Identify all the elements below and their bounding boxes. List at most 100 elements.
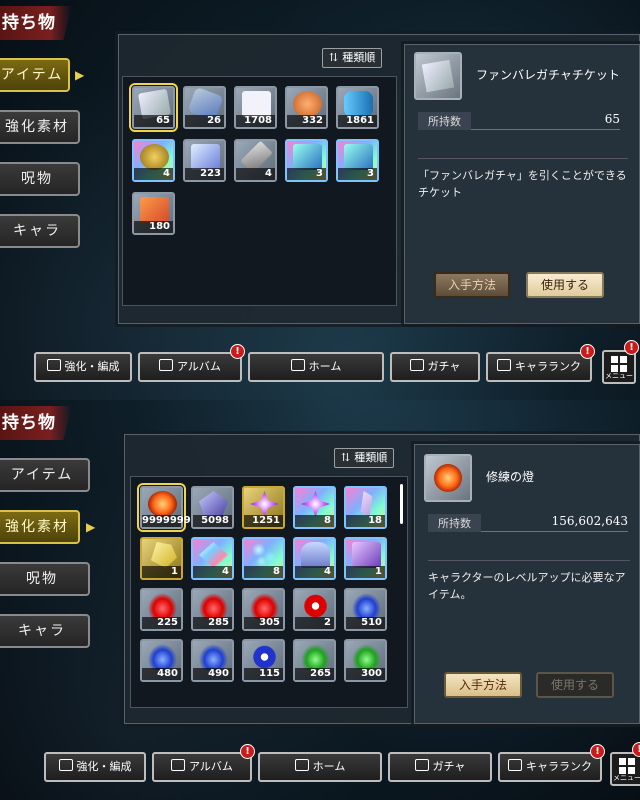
nav-label: キャラランク: [515, 360, 581, 373]
nav-team[interactable]: 強化・編成: [44, 752, 146, 782]
obtain-method-button[interactable]: 入手方法: [444, 672, 522, 698]
green-flame-icon: [301, 644, 330, 670]
item-slot[interactable]: 8: [293, 486, 336, 529]
item-slot[interactable]: 1251: [242, 486, 285, 529]
nav-album[interactable]: アルバム: [138, 352, 242, 382]
notification-badge: !: [624, 340, 639, 355]
item-count: 490: [193, 668, 232, 680]
nav-gacha[interactable]: ガチャ: [388, 752, 492, 782]
tab-chara[interactable]: キャラ: [0, 614, 90, 648]
sort-button[interactable]: ⇅ 種類順: [334, 448, 395, 468]
owned-label: 所持数: [418, 112, 471, 130]
page-title: 持ち物: [0, 6, 72, 40]
card-icon: [293, 144, 322, 170]
item-count: 99999999: [142, 515, 198, 527]
inventory-screen-items: 持ち物 アイテム ▶ 強化素材 呪物 キャラ ⇅ 種類順 65 26 1708 332 1…: [0, 0, 640, 400]
sort-button[interactable]: ⇅ 種類順: [322, 48, 383, 68]
detail-item-icon: [424, 454, 472, 502]
item-slot[interactable]: 18: [344, 486, 387, 529]
item-count: 8: [244, 566, 283, 578]
detail-item-name: ファンバレガチャチケット: [476, 68, 620, 82]
sort-label: 種類順: [354, 451, 388, 464]
item-slot[interactable]: 3: [336, 139, 379, 182]
item-count: 332: [287, 115, 326, 127]
item-slot[interactable]: 1708: [234, 86, 277, 129]
grid-scrollbar[interactable]: [400, 484, 403, 524]
tab-curse[interactable]: 呪物: [0, 162, 80, 196]
item-slot[interactable]: 1861: [336, 86, 379, 129]
nav-gacha[interactable]: ガチャ: [390, 352, 480, 382]
item-slot[interactable]: 265: [293, 639, 336, 682]
page-title: 持ち物: [0, 406, 72, 440]
tab-materials[interactable]: 強化素材: [0, 510, 80, 544]
item-slot[interactable]: 225: [140, 588, 183, 631]
obtain-method-button[interactable]: 入手方法: [434, 272, 510, 298]
orange-card-icon: [140, 197, 169, 223]
nav-label: 強化・編成: [76, 760, 132, 773]
tab-item[interactable]: アイテム: [0, 458, 90, 492]
notification-badge: !: [240, 744, 255, 759]
item-slot[interactable]: 332: [285, 86, 328, 129]
item-slot[interactable]: 490: [191, 639, 234, 682]
chara-rank-icon: [497, 359, 511, 371]
item-slot[interactable]: 4: [293, 537, 336, 580]
item-count: 2: [295, 617, 334, 629]
item-slot[interactable]: 1: [140, 537, 183, 580]
item-slot[interactable]: 115: [242, 639, 285, 682]
item-slot[interactable]: 305: [242, 588, 285, 631]
item-count: 3: [338, 168, 377, 180]
item-slot[interactable]: 26: [183, 86, 226, 129]
item-slot[interactable]: 5098: [191, 486, 234, 529]
item-slot[interactable]: 3: [285, 139, 328, 182]
nav-home[interactable]: ホーム: [258, 752, 382, 782]
item-description: 「ファンバレガチャ」を引くことができるチケット: [418, 158, 628, 201]
item-slot[interactable]: 4: [234, 139, 277, 182]
nav-team[interactable]: 強化・編成: [34, 352, 132, 382]
item-slot[interactable]: 285: [191, 588, 234, 631]
use-button[interactable]: 使用する: [536, 672, 614, 698]
item-slot[interactable]: 8: [242, 537, 285, 580]
item-slot[interactable]: 2: [293, 588, 336, 631]
active-arrow-icon: ▶: [75, 68, 85, 82]
use-button[interactable]: 使用する: [526, 272, 604, 298]
item-count: 223: [185, 168, 224, 180]
tab-materials[interactable]: 強化素材: [0, 110, 80, 144]
item-slot[interactable]: 1: [344, 537, 387, 580]
item-count: 4: [295, 566, 334, 578]
item-slot[interactable]: 65: [129, 83, 178, 132]
item-slot[interactable]: 99999999: [137, 483, 198, 532]
inventory-screen-materials: 持ち物 アイテム 強化素材 ▶ 呪物 キャラ ⇅ 種類順 99999999 5098…: [0, 400, 640, 800]
red-flame-icon: [148, 593, 177, 619]
nav-chara-rank[interactable]: キャラランク: [486, 352, 592, 382]
item-slot[interactable]: 510: [344, 588, 387, 631]
blue-flame-icon: [148, 644, 177, 670]
team-icon: [46, 359, 61, 371]
item-slot[interactable]: 300: [344, 639, 387, 682]
item-count: 1: [142, 566, 181, 578]
item-count: 1251: [244, 515, 283, 527]
item-slot[interactable]: 480: [140, 639, 183, 682]
item-count: 4: [193, 566, 232, 578]
owned-label: 所持数: [428, 514, 481, 532]
home-icon: [294, 759, 309, 771]
menu-button[interactable]: メニュー: [602, 350, 636, 384]
sort-icon: ⇅: [329, 51, 339, 64]
item-count: 1: [346, 566, 385, 578]
tab-item[interactable]: アイテム: [0, 58, 70, 92]
tab-chara[interactable]: キャラ: [0, 214, 80, 248]
item-count: 5098: [193, 515, 232, 527]
item-slot[interactable]: 223: [183, 139, 226, 182]
nav-home[interactable]: ホーム: [248, 352, 384, 382]
item-slot[interactable]: 180: [132, 192, 175, 235]
nav-album[interactable]: アルバム: [152, 752, 252, 782]
menu-button[interactable]: メニュー: [610, 752, 640, 786]
notification-badge: !: [590, 744, 605, 759]
tab-curse[interactable]: 呪物: [0, 562, 90, 596]
notification-badge: !: [632, 742, 640, 757]
gacha-icon: [409, 359, 424, 371]
item-slot[interactable]: 4: [191, 537, 234, 580]
item-slot[interactable]: 4: [132, 139, 175, 182]
menu-label: メニュー: [605, 372, 633, 380]
pieces-icon: [250, 542, 279, 568]
nav-chara-rank[interactable]: キャラランク: [498, 752, 602, 782]
